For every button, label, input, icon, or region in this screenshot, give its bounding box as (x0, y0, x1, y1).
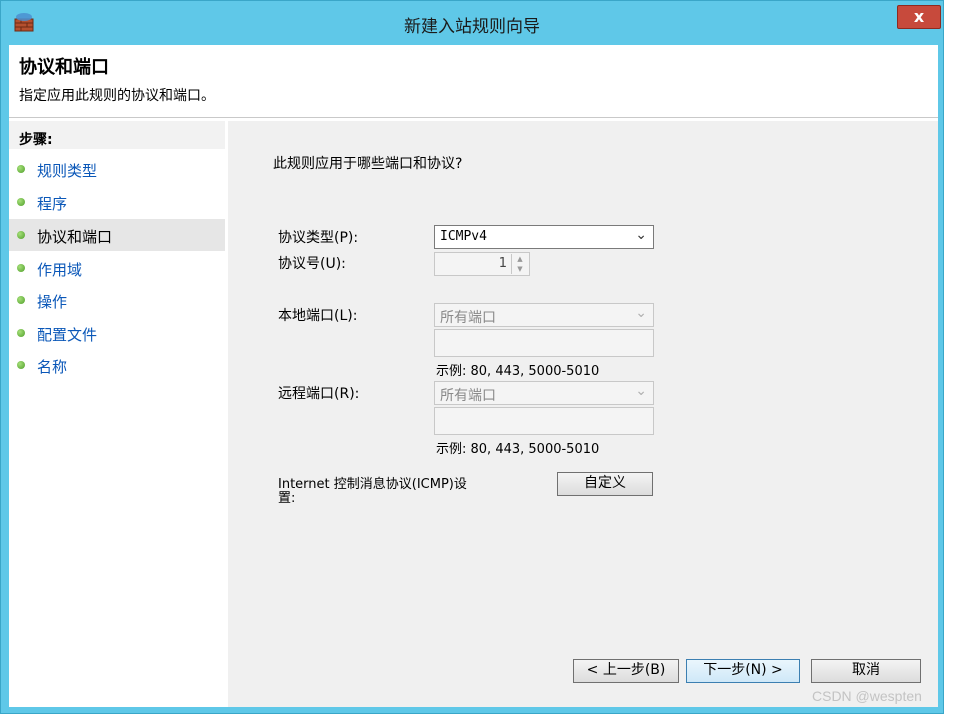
remote-port-example: 示例: 80, 443, 5000-5010 (436, 442, 600, 457)
chevron-down-icon: ⌄ (635, 227, 647, 243)
customize-button[interactable]: 自定义 (557, 472, 653, 496)
outer-background (944, 0, 954, 714)
chevron-down-icon: ⌄ (635, 383, 647, 399)
protocol-type-label: 协议类型(P): (278, 230, 359, 246)
protocol-number-label: 协议号(U): (278, 256, 346, 272)
step-scope[interactable]: 作用域 (9, 252, 225, 284)
step-bullet-icon (17, 296, 25, 304)
main-question: 此规则应用于哪些端口和协议? (273, 156, 463, 172)
step-protocol-and-ports[interactable]: 协议和端口 (9, 219, 225, 251)
remote-port-input[interactable] (434, 407, 654, 435)
next-button[interactable]: 下一步(N) > (686, 659, 800, 683)
step-label[interactable]: 配置文件 (37, 324, 97, 345)
step-rule-type[interactable]: 规则类型 (9, 153, 225, 185)
step-label[interactable]: 操作 (37, 291, 67, 312)
step-bullet-icon (17, 361, 25, 369)
step-profile[interactable]: 配置文件 (9, 317, 225, 349)
step-label[interactable]: 名称 (37, 356, 67, 377)
step-label[interactable]: 协议和端口 (37, 226, 112, 247)
step-name[interactable]: 名称 (9, 349, 225, 381)
close-button[interactable]: x (897, 5, 941, 29)
chevron-down-icon: ⌄ (635, 305, 647, 321)
protocol-type-select[interactable]: ICMPv4 ⌄ (434, 225, 654, 249)
title-bar[interactable]: 新建入站规则向导 x (1, 1, 943, 45)
local-port-example: 示例: 80, 443, 5000-5010 (436, 364, 600, 379)
step-bullet-icon (17, 231, 25, 239)
protocol-type-value: ICMPv4 (440, 229, 487, 244)
protocol-number-stepper[interactable]: 1 ▲ ▼ (434, 252, 530, 276)
header-divider (9, 117, 938, 118)
local-port-value: 所有端口 (440, 310, 496, 326)
back-button[interactable]: < 上一步(B) (573, 659, 679, 683)
step-bullet-icon (17, 329, 25, 337)
protocol-number-value: 1 (498, 256, 507, 271)
step-bullet-icon (17, 165, 25, 173)
local-port-input[interactable] (434, 329, 654, 357)
step-bullet-icon (17, 264, 25, 272)
step-action[interactable]: 操作 (9, 284, 225, 316)
step-program[interactable]: 程序 (9, 186, 225, 218)
wizard-client: 协议和端口 指定应用此规则的协议和端口。 步骤: 规则类型 程序 协议和端口 作… (9, 45, 938, 707)
steps-panel: 步骤: 规则类型 程序 协议和端口 作用域 操作 配置文件 名称 (9, 121, 225, 707)
spin-arrows-icon[interactable]: ▲ ▼ (511, 254, 528, 274)
icmp-settings-label-line2: 置: (278, 491, 296, 506)
wizard-header: 协议和端口 指定应用此规则的协议和端口。 (9, 45, 938, 117)
main-panel: 此规则应用于哪些端口和协议? 协议类型(P): ICMPv4 ⌄ 协议号(U):… (228, 121, 938, 707)
remote-port-value: 所有端口 (440, 388, 496, 404)
icmp-settings-label-line1: Internet 控制消息协议(ICMP)设 (278, 477, 467, 492)
remote-port-label: 远程端口(R): (278, 386, 360, 402)
page-subtitle: 指定应用此规则的协议和端口。 (19, 88, 215, 104)
step-label[interactable]: 作用域 (37, 259, 82, 280)
steps-label: 步骤: (19, 132, 53, 148)
local-port-label: 本地端口(L): (278, 308, 358, 324)
window-frame: 新建入站规则向导 x 协议和端口 指定应用此规则的协议和端口。 步骤: 规则类型… (0, 0, 944, 714)
window-title: 新建入站规则向导 (404, 17, 540, 37)
cancel-button[interactable]: 取消 (811, 659, 921, 683)
watermark: CSDN @wespten (812, 688, 922, 704)
step-label[interactable]: 规则类型 (37, 160, 97, 181)
step-label[interactable]: 程序 (37, 193, 67, 214)
local-port-select[interactable]: 所有端口 ⌄ (434, 303, 654, 327)
step-bullet-icon (17, 198, 25, 206)
remote-port-select[interactable]: 所有端口 ⌄ (434, 381, 654, 405)
page-title: 协议和端口 (19, 57, 109, 78)
